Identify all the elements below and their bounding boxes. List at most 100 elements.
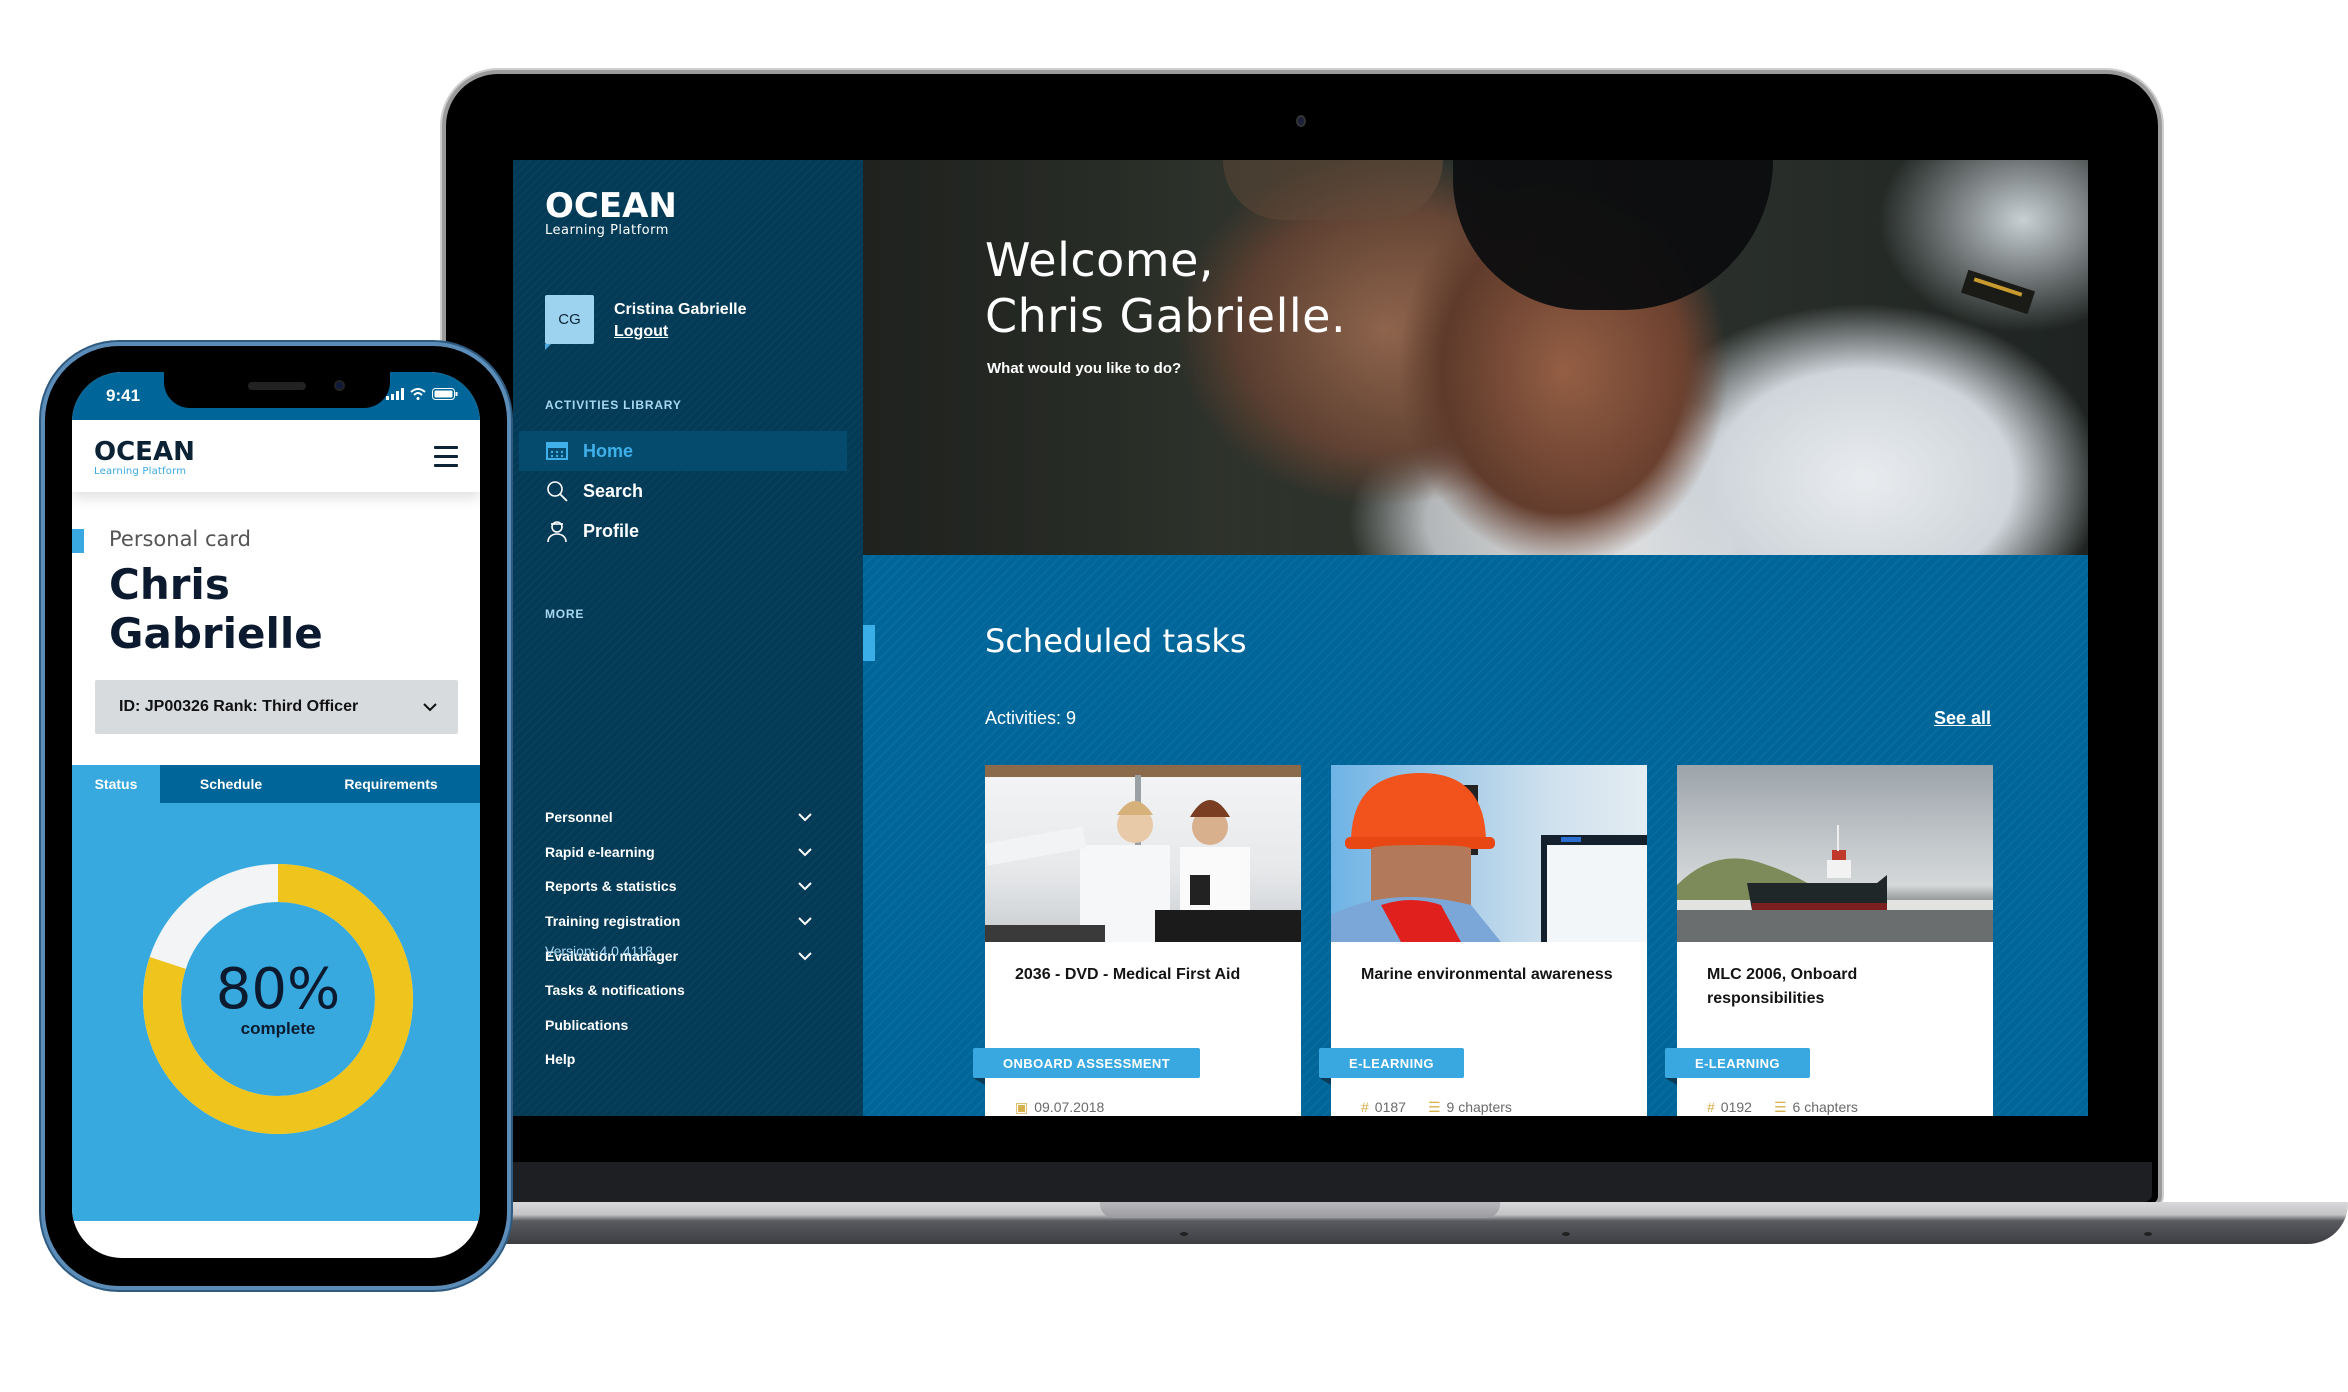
welcome-line-2: Chris Gabrielle. xyxy=(985,289,1347,343)
progress-percent: 80% xyxy=(215,957,341,1022)
nav-label: Profile xyxy=(583,520,640,541)
card-date: ▣ 09.07.2018 xyxy=(1015,1099,1104,1116)
profile-icon xyxy=(547,521,567,543)
card-image xyxy=(1677,765,1993,942)
card-chapters-text: 9 chapters xyxy=(1446,1099,1512,1115)
welcome-heading: Welcome, Chris Gabrielle. xyxy=(985,232,1346,344)
card-meta: #0192 ☰ 6 chapters xyxy=(1707,1099,1858,1116)
laptop-bezel-bottom xyxy=(452,1162,2152,1202)
name-line-1: Chris xyxy=(109,560,230,609)
nav-label: Home xyxy=(583,440,634,461)
more-item-publications[interactable]: Publications xyxy=(545,1008,833,1043)
front-camera xyxy=(334,380,345,391)
scheduled-tasks-title: Scheduled tasks xyxy=(985,622,1247,660)
hero-overlay xyxy=(863,160,2088,555)
tab-status[interactable]: Status xyxy=(72,765,160,803)
brand-logo[interactable]: OCEAN Learning Platform xyxy=(545,188,677,238)
user-name: Cristina Gabrielle xyxy=(614,301,747,318)
search-icon xyxy=(547,481,568,502)
activities-count: Activities: 9 xyxy=(985,708,1077,728)
more-item-help[interactable]: Help xyxy=(545,1042,833,1077)
chevron-down-icon xyxy=(798,917,812,926)
id-rank-value: ID: JP00326 Rank: Third Officer xyxy=(119,698,359,715)
tab-requirements[interactable]: Requirements xyxy=(302,765,480,803)
status-panel: 80% complete xyxy=(72,803,480,1221)
more-item-training-registration[interactable]: Training registration xyxy=(545,904,833,939)
card-meta: #0187 ☰ 9 chapters xyxy=(1361,1099,1512,1116)
hash-icon: # xyxy=(1707,1099,1715,1115)
status-time: 9:41 xyxy=(106,386,141,405)
hash-icon: # xyxy=(1361,1099,1369,1115)
progress-donut: 80% complete xyxy=(143,864,413,1134)
more-item-reports-statistics[interactable]: Reports & statistics xyxy=(545,869,833,904)
card-code: #0187 xyxy=(1361,1099,1406,1116)
more-item-label: Reports & statistics xyxy=(545,878,677,895)
card-type-badge: E-LEARNING xyxy=(1319,1048,1464,1085)
name-line-2: Gabrielle xyxy=(109,609,323,658)
id-rank-selector[interactable]: ID: JP00326 Rank: Third Officer xyxy=(95,680,458,734)
list-icon: ☰ xyxy=(1427,1099,1441,1115)
nav-item-home[interactable]: Home xyxy=(519,431,847,471)
home-icon xyxy=(546,442,568,460)
brand-logo[interactable]: OCEAN Learning Platform xyxy=(94,438,195,478)
card-image xyxy=(1331,765,1647,942)
more-item-label: Help xyxy=(545,1051,576,1068)
more-item-personnel[interactable]: Personnel xyxy=(545,800,833,835)
avatar: CG xyxy=(545,295,594,350)
brand-name: OCEAN xyxy=(94,437,195,467)
welcome-line-1: Welcome, xyxy=(985,233,1215,287)
laptop-screen: OCEAN Learning Platform CG Cristina Gabr… xyxy=(513,160,2088,1116)
task-card[interactable]: MLC 2006, Onboard responsibilities E-LEA… xyxy=(1665,765,1993,1116)
status-bar: 9:41 xyxy=(72,372,480,420)
more-item-label: Personnel xyxy=(545,809,613,826)
task-card[interactable]: Marine environmental awareness E-LEARNIN… xyxy=(1319,765,1647,1116)
welcome-subtitle: What would you like to do? xyxy=(987,360,1182,377)
more-menu: Personnel Rapid e-learning Reports & sta… xyxy=(545,800,833,1077)
nav-item-profile[interactable]: Profile xyxy=(519,511,847,551)
personal-card-name: Chris Gabrielle xyxy=(109,560,323,658)
more-item-rapid-e-learning[interactable]: Rapid e-learning xyxy=(545,835,833,870)
speaker xyxy=(248,382,306,390)
card-photo-ship-at-sea xyxy=(1677,825,1993,942)
chevron-down-icon xyxy=(423,703,437,712)
card-photo-engineer-hardhat xyxy=(1331,773,1647,942)
status-icons xyxy=(386,388,458,400)
card-title: 2036 - DVD - Medical First Aid xyxy=(1015,966,1241,983)
logout-link[interactable]: Logout xyxy=(614,323,747,341)
activities-library-heading: ACTIVITIES LIBRARY xyxy=(545,398,682,412)
laptop-foot xyxy=(2144,1232,2152,1236)
card-chapters: ☰ 6 chapters xyxy=(1774,1099,1858,1116)
tab-schedule[interactable]: Schedule xyxy=(160,765,302,803)
nav-label: Search xyxy=(583,480,644,501)
brand-name: OCEAN xyxy=(545,186,677,226)
card-date-text: 09.07.2018 xyxy=(1034,1099,1105,1115)
wifi-icon xyxy=(410,388,426,400)
laptop-foot xyxy=(1562,1232,1570,1236)
hamburger-menu-icon[interactable] xyxy=(434,446,458,473)
see-all-link[interactable]: See all xyxy=(1934,708,1991,729)
card-meta: ▣ 09.07.2018 xyxy=(1015,1099,1104,1116)
more-item-tasks-notifications[interactable]: Tasks & notifications xyxy=(545,973,833,1008)
card-image xyxy=(985,765,1301,942)
laptop-camera xyxy=(1296,115,1306,127)
calendar-icon: ▣ xyxy=(1015,1099,1029,1115)
progress-caption: complete xyxy=(240,1019,316,1038)
user-panel: CG Cristina Gabrielle Logout xyxy=(545,295,747,350)
phone-screen: 9:41 OCEAN Learning Platform Personal ca… xyxy=(72,372,480,1258)
chevron-down-icon xyxy=(798,813,812,822)
personal-card-tabs: Status Schedule Requirements xyxy=(72,765,480,803)
brand-tagline: Learning Platform xyxy=(94,466,187,477)
section-accent-marker xyxy=(863,625,875,661)
welcome-hero: Welcome, Chris Gabrielle. What would you… xyxy=(863,160,2088,555)
list-icon: ☰ xyxy=(1773,1099,1787,1115)
card-type-badge: ONBOARD ASSESSMENT xyxy=(973,1048,1201,1085)
version-label: Version: 4.0.4118 xyxy=(545,943,653,959)
task-card[interactable]: 2036 - DVD - Medical First Aid ONBOARD A… xyxy=(973,765,1301,1116)
card-chapters-text: 6 chapters xyxy=(1792,1099,1858,1115)
chevron-down-icon xyxy=(798,951,812,961)
nav-item-search[interactable]: Search xyxy=(519,471,847,511)
card-type-badge: E-LEARNING xyxy=(1665,1048,1810,1085)
more-item-label: Rapid e-learning xyxy=(545,843,655,860)
more-heading: MORE xyxy=(545,607,585,621)
scheduled-tasks-section: Scheduled tasks Activities: 9 See all 20… xyxy=(863,555,2088,1116)
